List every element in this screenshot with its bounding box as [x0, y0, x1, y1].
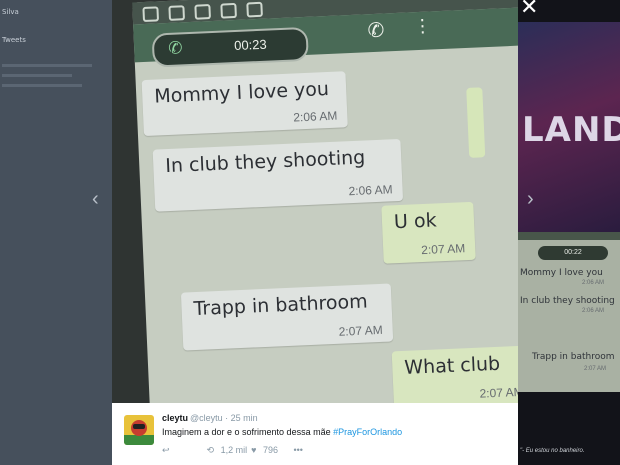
message-text: Trapp in bathroom	[193, 290, 369, 321]
status-icon	[142, 6, 160, 23]
status-icon	[168, 5, 186, 21]
background-line	[2, 84, 82, 87]
background-line	[2, 74, 72, 77]
thumbnail-message: In club they shooting	[520, 296, 615, 306]
thumbnail-message: Mommy I love you	[520, 268, 603, 278]
chat-bubble-outgoing: U ok 2:07 AM	[381, 201, 476, 264]
call-timer: 00:23	[233, 36, 268, 54]
tweet-card: cleytu @cleytu · 25 min Imaginem a dor e…	[112, 403, 518, 465]
background-page-left: Silva Tweets	[0, 0, 112, 465]
next-arrow-icon[interactable]: ›	[527, 188, 534, 211]
close-icon[interactable]: ✕	[520, 0, 538, 20]
message-time: 2:06 AM	[293, 108, 338, 125]
call-timer-bar: ✆ 00:23	[151, 26, 309, 68]
menu-dots-icon: ⋮	[413, 15, 430, 37]
thumbnail-call-timer: 00:22	[538, 246, 608, 260]
message-time: 2:07 AM	[338, 322, 384, 339]
status-icon	[220, 2, 237, 19]
status-icon	[194, 4, 211, 20]
message-text: What club	[403, 352, 501, 379]
background-line	[2, 64, 92, 67]
poster-text: LANDO	[522, 110, 620, 150]
like-count: 796	[262, 445, 278, 455]
tweet-handle-time[interactable]: @cleytu · 25 min	[190, 413, 258, 423]
background-text: Silva	[2, 8, 19, 16]
tweet-photo: Dmv_Justice ✆ ⋮ ✆ 00:23 Mommy I love you…	[112, 0, 518, 403]
tweet-text: Imaginem a dor e o sofrimento dessa mãe …	[162, 427, 402, 437]
message-time: 2:07 AM	[420, 241, 466, 258]
tweet-text-body: Imaginem a dor e o sofrimento dessa mãe	[162, 427, 334, 437]
thumbnail-message: Trapp in bathroom	[532, 352, 615, 362]
phone-screen: Dmv_Justice ✆ ⋮ ✆ 00:23 Mommy I love you…	[132, 0, 518, 403]
previous-arrow-icon[interactable]: ‹	[92, 188, 99, 211]
background-caption: "- Eu estou no banheiro.	[520, 448, 585, 454]
thumbnail-time: 2:07 AM	[584, 366, 607, 372]
chat-bubble-incoming: Mommy I love you 2:06 AM	[141, 71, 348, 137]
hashtag-link[interactable]: #PrayForOrlando	[333, 427, 402, 437]
message-text: Mommy I love you	[153, 77, 330, 108]
chat-bubble-outgoing: What club 2:07 AM	[391, 345, 518, 403]
background-text: Tweets	[2, 36, 26, 44]
chat-bubble-incoming: Trapp in bathroom 2:07 AM	[180, 283, 394, 351]
outgoing-bubble-edge	[466, 87, 486, 158]
background-page-right: LANDO 00:22 Mommy I love you 2:06 AM In …	[518, 0, 620, 465]
message-time: 2:06 AM	[348, 182, 393, 199]
chat-bubble-incoming: In club they shooting 2:06 AM	[152, 138, 404, 212]
phone-icon: ✆	[167, 38, 183, 58]
more-icon[interactable]: •••	[293, 445, 302, 455]
thumbnail-statusbar	[518, 232, 620, 240]
retweet-icon[interactable]: ⟲	[207, 445, 215, 456]
reply-icon[interactable]: ↩	[162, 445, 204, 456]
retweet-count: 1,2 mil	[220, 445, 248, 455]
thumbnail-time: 2:06 AM	[582, 280, 605, 286]
thumbnail-image: 00:22 Mommy I love you 2:06 AM In club t…	[518, 232, 620, 392]
message-text: In club they shooting	[164, 146, 366, 178]
phone-call-icon: ✆	[367, 19, 385, 43]
heart-icon[interactable]: ♥	[251, 445, 256, 455]
status-icon	[246, 1, 263, 18]
message-time: 2:07 AM	[479, 384, 518, 401]
message-text: U ok	[393, 209, 438, 234]
tweet-actions: ↩ ⟲ 1,2 mil ♥ 796 •••	[162, 445, 303, 456]
thumbnail-time: 2:06 AM	[582, 308, 605, 314]
avatar[interactable]	[124, 415, 154, 445]
tweet-username[interactable]: cleytu	[162, 413, 188, 423]
